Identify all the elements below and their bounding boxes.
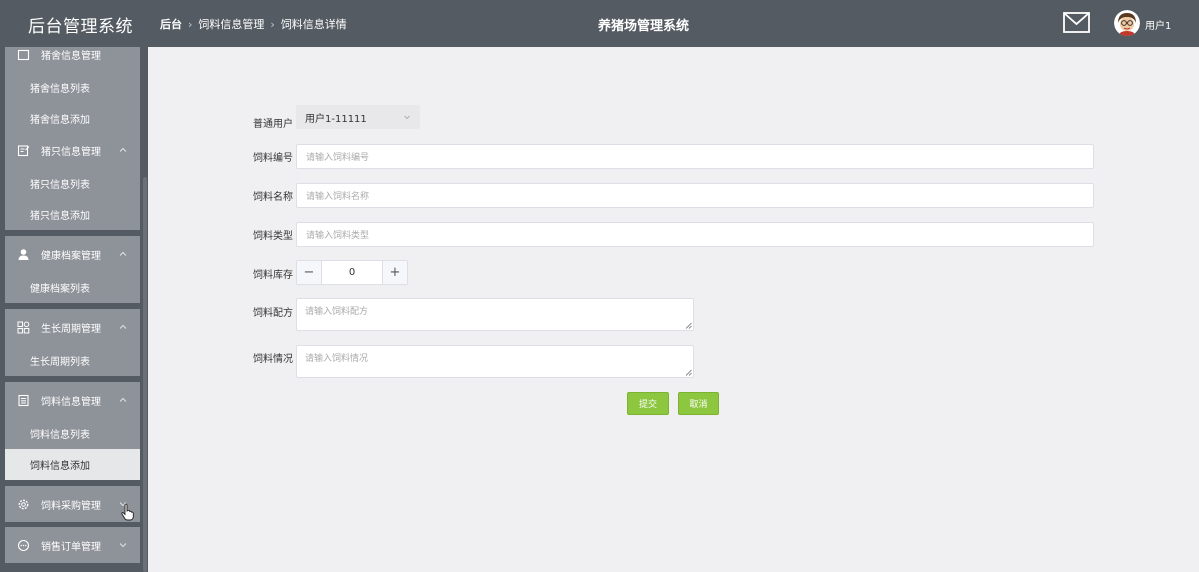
feed-code-placeholder: 请输入饲料编号: [306, 153, 370, 163]
sidebar-item-feed-add[interactable]: 饲料信息添加: [5, 449, 140, 480]
chat-icon: [16, 538, 30, 552]
breadcrumb-feed-management[interactable]: 饲料信息管理: [198, 16, 264, 32]
breadcrumb: 后台 › 饲料信息管理 › 饲料信息详情: [160, 16, 347, 32]
main-content: 普通用户 用户1-11111 饲料编号 请输入饲料编号 饲料名称 请输入饲料名称…: [148, 47, 1199, 572]
feed-stock-stepper: − 0 +: [296, 260, 408, 285]
brand-title: 后台管理系统: [28, 17, 133, 37]
form-row-formula: 饲料配方: [253, 299, 296, 324]
sidebar-group-label: 饲料信息管理: [41, 396, 101, 408]
user-select-value: 用户1-11111: [305, 113, 367, 125]
resize-handle-icon[interactable]: [685, 322, 692, 329]
top-header: 后台管理系统 后台 › 饲料信息管理 › 饲料信息详情 养猪场管理系统 用户1: [0, 0, 1199, 47]
stock-label: 饲料库存: [253, 270, 293, 281]
sidebar-item-pigsty-list[interactable]: 猪舍信息列表: [5, 72, 140, 103]
breadcrumb-feed-detail: 饲料信息详情: [280, 18, 347, 31]
sidebar-item-pigsty-add[interactable]: 猪舍信息添加: [5, 103, 140, 134]
breadcrumb-home[interactable]: 后台: [160, 16, 182, 32]
decrement-button[interactable]: −: [297, 261, 322, 284]
cancel-button[interactable]: 取消: [678, 392, 719, 415]
system-title: 养猪场管理系统: [598, 19, 690, 34]
increment-button[interactable]: +: [382, 261, 407, 284]
submit-button[interactable]: 提交: [627, 392, 669, 415]
sidebar-group-head-pig[interactable]: 猪只信息管理: [5, 132, 140, 168]
sidebar-group-health: 健康档案管理 健康档案列表: [5, 236, 140, 303]
breadcrumb-separator-icon: ›: [188, 17, 193, 31]
avatar[interactable]: [1114, 10, 1140, 36]
sidebar-group-growth: 生长周期管理 生长周期列表: [5, 309, 140, 376]
sidebar-group-head-purchase[interactable]: 饲料采购管理: [5, 486, 140, 522]
form-row-name: 饲料名称: [253, 183, 296, 208]
user-label: 普通用户: [253, 118, 293, 130]
grid-icon: [16, 320, 30, 334]
code-label: 饲料编号: [253, 153, 293, 164]
feed-status-placeholder: 请输入饲料情况: [305, 354, 369, 364]
form-row-type: 饲料类型: [253, 222, 296, 247]
mail-icon[interactable]: [1063, 12, 1090, 33]
name-label: 饲料名称: [253, 192, 293, 203]
sidebar-item-pig-list[interactable]: 猪只信息列表: [5, 168, 140, 199]
feed-formula-placeholder: 请输入饲料配方: [305, 307, 369, 317]
list-document-icon: [16, 393, 30, 407]
sidebar-item-growth-list[interactable]: 生长周期列表: [5, 345, 140, 376]
chevron-down-icon: [404, 115, 410, 120]
sidebar-scrollbar[interactable]: [143, 177, 147, 572]
status-label: 饲料情况: [253, 354, 293, 365]
sidebar-group-head-sales[interactable]: 销售订单管理: [5, 527, 140, 563]
user-select[interactable]: 用户1-11111: [296, 105, 420, 129]
sidebar-item-pig-add[interactable]: 猪只信息添加: [5, 199, 140, 230]
sidebar-group-feed: 饲料信息管理 饲料信息列表 饲料信息添加: [5, 382, 140, 480]
resize-handle-icon[interactable]: [685, 369, 692, 376]
chevron-up-icon: [119, 251, 127, 256]
sidebar-group-head-pigsty[interactable]: 猪舍信息管理: [5, 47, 140, 72]
form-row-code: 饲料编号: [253, 144, 296, 169]
sidebar-group-label: 猪舍信息管理: [41, 50, 101, 62]
chevron-up-icon: [119, 324, 127, 329]
sidebar-group-label: 饲料采购管理: [41, 500, 101, 512]
sidebar-group-purchase: 饲料采购管理: [5, 486, 140, 522]
sidebar-item-feed-list[interactable]: 饲料信息列表: [5, 418, 140, 449]
sidebar-group-label: 猪只信息管理: [41, 146, 101, 158]
hand-cursor-icon: [121, 503, 134, 521]
sidebar-group-head-growth[interactable]: 生长周期管理: [5, 309, 140, 345]
chevron-up-icon: [119, 147, 127, 152]
sidebar-item-health-list[interactable]: 健康档案列表: [5, 272, 140, 303]
feed-type-input[interactable]: 请输入饲料类型: [296, 222, 1094, 247]
feed-type-placeholder: 请输入饲料类型: [306, 231, 370, 241]
person-icon: [16, 247, 30, 261]
chevron-up-icon: [119, 397, 127, 402]
feed-code-input[interactable]: 请输入饲料编号: [296, 144, 1094, 169]
type-label: 饲料类型: [253, 231, 293, 242]
user-name[interactable]: 用户1: [1145, 17, 1171, 32]
form-row-status: 饲料情况: [253, 345, 296, 370]
sidebar-group-pigsty: 猪舍信息管理 猪舍信息列表 猪舍信息添加: [5, 47, 140, 134]
edit-document-icon: [16, 143, 30, 157]
feed-formula-textarea[interactable]: 请输入饲料配方: [296, 298, 694, 331]
settings-icon: [16, 497, 30, 511]
sidebar-group-head-health[interactable]: 健康档案管理: [5, 236, 140, 272]
sidebar-group-pig: 猪只信息管理 猪只信息列表 猪只信息添加: [5, 132, 140, 230]
feed-stock-value[interactable]: 0: [322, 261, 382, 284]
house-icon: [16, 47, 30, 61]
feed-name-placeholder: 请输入饲料名称: [306, 192, 370, 202]
sidebar-group-label: 销售订单管理: [41, 541, 101, 553]
form-row-stock: 饲料库存: [253, 261, 296, 286]
sidebar-group-head-feed[interactable]: 饲料信息管理: [5, 382, 140, 418]
breadcrumb-separator-icon: ›: [270, 17, 275, 31]
sidebar-group-label: 生长周期管理: [41, 323, 101, 335]
sidebar: 猪舍信息管理 猪舍信息列表 猪舍信息添加 猪只信息管理 猪只信息列表 猪只信息添…: [0, 47, 148, 572]
sidebar-group-sales: 销售订单管理: [5, 527, 140, 563]
sidebar-group-label: 健康档案管理: [41, 250, 101, 262]
form-row-user: 普通用户: [253, 110, 296, 134]
feed-status-textarea[interactable]: 请输入饲料情况: [296, 345, 694, 378]
feed-name-input[interactable]: 请输入饲料名称: [296, 183, 1094, 208]
formula-label: 饲料配方: [253, 308, 293, 319]
chevron-down-icon: [119, 543, 127, 548]
